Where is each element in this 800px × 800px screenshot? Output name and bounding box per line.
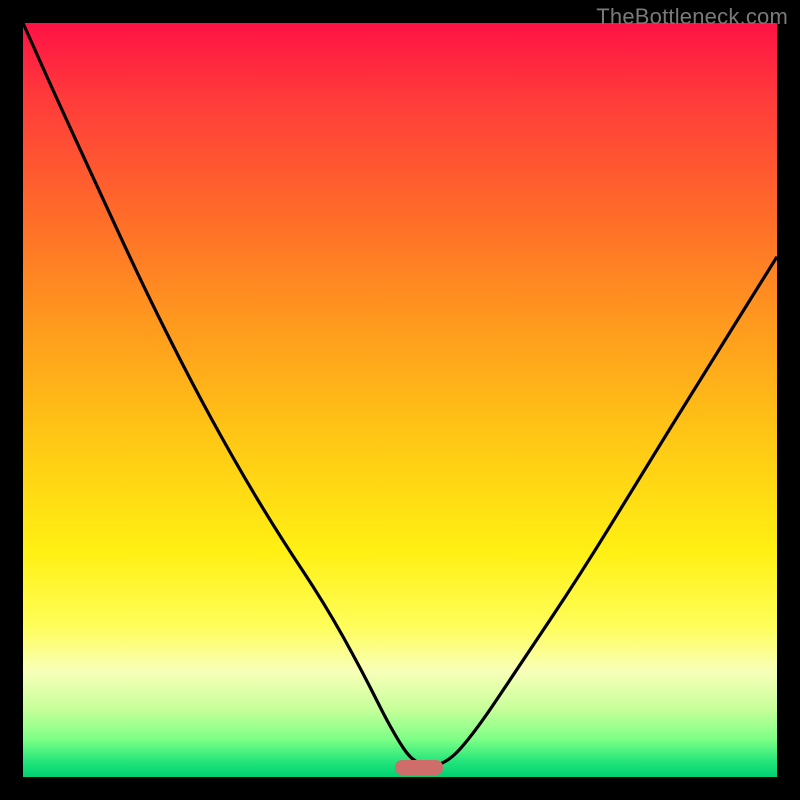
curve-path xyxy=(23,23,777,766)
watermark-text: TheBottleneck.com xyxy=(596,4,788,30)
optimum-marker xyxy=(395,760,443,775)
bottleneck-curve xyxy=(23,23,777,777)
chart-frame: TheBottleneck.com xyxy=(0,0,800,800)
